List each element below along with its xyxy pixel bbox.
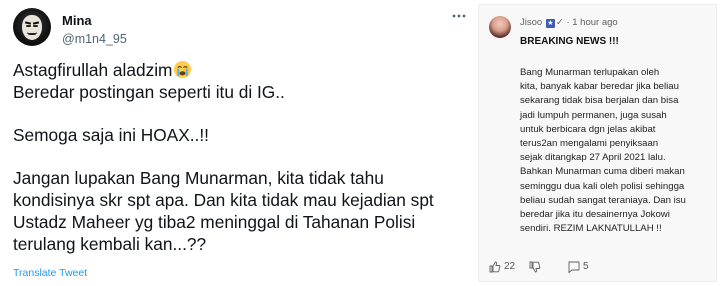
loudly-crying-face-icon: [173, 60, 192, 79]
reply-count: 5: [583, 261, 589, 272]
comment-line: beliau sudah sangat teraniaya. Dan isu: [520, 194, 686, 206]
commenter-name[interactable]: Jisoo: [520, 17, 542, 28]
comment-line: kita, banyak kabar beredar jika beliau: [520, 81, 679, 93]
tweet-line: Ustadz Maheer yg tiba2 meninggal di Taha…: [13, 212, 416, 232]
tweet-line: kondisinya skr spt apa. Dan kita tidak m…: [13, 190, 434, 210]
comment-line: untuk berbicara dgn jelas akibat: [520, 123, 656, 135]
comment-line: beredar jika itu desainernya Jokowi: [520, 209, 670, 221]
comment-line: sejak ditangkap 27 April 2021 lalu.: [520, 152, 666, 164]
verified-check: ✓: [555, 17, 564, 28]
avatar[interactable]: [13, 8, 51, 46]
tweet-line: terulang kembali kan...??: [13, 234, 207, 254]
tweet-text: Astagfirullah aladzim Beredar postingan …: [13, 59, 473, 255]
tweet-card: Mina @m1n4_95 Astagfirullah aladzim Bere…: [0, 0, 474, 286]
badge-icon: ★: [545, 19, 555, 28]
comment-line: Bang Munarman terlupakan oleh: [520, 67, 660, 78]
comment-body: Bang Munarman terlupakan oleh kita, bany…: [520, 66, 716, 236]
comment-header: Jisoo ★ ✓ · 1 hour ago: [520, 17, 618, 28]
comment-line: sekarang tidak bisa berjalan dan bisa: [520, 95, 679, 107]
user-handle[interactable]: @m1n4_95: [62, 32, 127, 46]
comment-line: sendiri. REZIM LAKNATULLAH !!: [520, 223, 662, 235]
comment-line: jadi lumpuh permanen, juga susah: [520, 109, 667, 121]
ellipsis-icon[interactable]: [450, 8, 468, 26]
thumbs-down-icon[interactable]: [529, 261, 541, 273]
tweet-line: Jangan lupakan Bang Munarman, kita tidak…: [13, 168, 384, 188]
mask-face: [22, 15, 42, 40]
comment-line: terus2an mengalami penyiksaan: [520, 138, 659, 150]
comment-icon[interactable]: [568, 261, 580, 274]
comment-screenshot: Jisoo ★ ✓ · 1 hour ago BREAKING NEWS !!! …: [476, 0, 720, 286]
commenter-avatar[interactable]: [489, 16, 511, 38]
like-count: 22: [504, 261, 516, 272]
tweet-line: Beredar postingan seperti itu di IG..: [13, 82, 285, 102]
thumbs-up-icon[interactable]: [489, 261, 501, 273]
comment-headline: BREAKING NEWS !!!: [520, 36, 619, 47]
comment-line: seminggu dua kali oleh polisi sehingga: [520, 180, 685, 192]
comment-card: Jisoo ★ ✓ · 1 hour ago BREAKING NEWS !!! …: [478, 4, 717, 282]
comment-line: Bahkan Munarman cuma diberi makan: [520, 166, 685, 178]
tweet-line: Semoga saja ini HOAX..!!: [13, 125, 209, 145]
tweet-line: Astagfirullah aladzim: [13, 59, 473, 81]
display-name[interactable]: Mina: [62, 13, 92, 28]
comment-timestamp: · 1 hour ago: [566, 17, 618, 28]
translate-tweet-link[interactable]: Translate Tweet: [13, 267, 87, 279]
